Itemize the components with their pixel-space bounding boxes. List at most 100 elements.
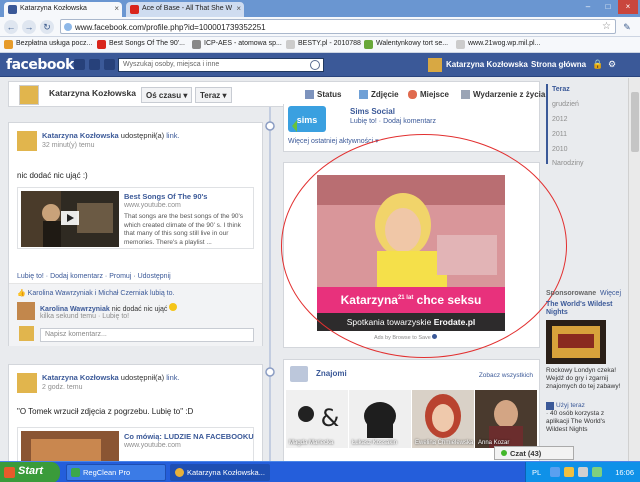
privacy-lock-icon[interactable]: 🔒	[592, 59, 603, 70]
gear-icon[interactable]: ⚙	[608, 59, 616, 70]
link-description: That songs are the best songs of the 90'…	[124, 213, 244, 246]
bookmark-item[interactable]: Walentynkowy tort se...	[364, 39, 448, 51]
bookmark-item[interactable]: BESTY.pl - 2010788	[286, 39, 361, 51]
home-link[interactable]: Strona główna	[531, 60, 586, 69]
taskbar-item[interactable]: Katarzyna Kozłowska...	[170, 464, 270, 481]
author-link[interactable]: Katarzyna Kozłowska	[42, 131, 119, 140]
sponsored-ad-image[interactable]	[546, 320, 606, 364]
year-now[interactable]: Teraz	[552, 86, 570, 93]
bookmark-item[interactable]: Bezpłatna usługa pocz...	[4, 39, 92, 51]
use-now-link[interactable]: Użyj teraz	[556, 402, 585, 409]
see-all-friends-link[interactable]: Zobacz wszystkich	[479, 372, 533, 379]
bookmark-item[interactable]: ICP-AES - atomowa sp...	[192, 39, 282, 51]
sims-social-logo-icon[interactable]: sims	[288, 106, 326, 132]
friend-requests-icon[interactable]	[74, 59, 85, 70]
link-title[interactable]: Best Songs Of The 90's	[124, 192, 207, 201]
ad-image[interactable]: Katarzyna21 lat chce seksu Spotkania tow…	[317, 175, 505, 331]
volume-icon[interactable]	[578, 467, 588, 477]
timeline-name[interactable]: Katarzyna Kozłowska	[49, 88, 136, 98]
facebook-logo[interactable]: facebook	[6, 57, 74, 73]
friend-tile[interactable]: Ewelina Chmielewska	[412, 390, 474, 448]
post-actions[interactable]: Lubię to! · Dodaj komentarz · Promuj · U…	[17, 273, 171, 280]
comment-meta[interactable]: kilka sekund temu · Lubię to!	[40, 313, 129, 320]
search-input[interactable]: Wyszukaj osoby, miejsca i inne	[118, 58, 324, 72]
post-time[interactable]: 2 godz. temu	[42, 384, 82, 391]
link-preview[interactable]: Co mówią: LUDZIE NA FACEBOOKU www.youtub…	[17, 427, 254, 461]
sims-actions[interactable]: Lubię to! · Dodaj komentarz	[350, 118, 436, 125]
comment: Karolina Wawrzyniak nic dodać nic ująć	[40, 303, 178, 313]
close-window-icon[interactable]: ×	[618, 0, 638, 14]
sponsored-ad-title[interactable]: The World's Wildest Nights	[546, 301, 626, 317]
link-word[interactable]: link.	[166, 373, 179, 382]
scrollbar-thumb[interactable]	[631, 92, 639, 152]
avatar[interactable]	[17, 373, 37, 393]
avatar[interactable]	[19, 85, 39, 105]
address-bar[interactable]: www.facebook.com/profile.php?id=10000173…	[60, 19, 616, 34]
tab-katarzyna[interactable]: Katarzyna Kozłowska ×	[4, 2, 122, 17]
comment-author[interactable]: Karolina Wawrzyniak	[40, 306, 110, 313]
now-dropdown[interactable]: Teraz ▾	[195, 87, 232, 103]
life-event-button[interactable]: Wydarzenie z życia	[461, 90, 545, 99]
sponsored-more-link[interactable]: Więcej	[600, 290, 621, 297]
avatar[interactable]	[428, 58, 442, 72]
tray-icon[interactable]	[564, 467, 574, 477]
place-button[interactable]: Miejsce	[408, 90, 449, 99]
taskbar-item[interactable]: RegClean Pro	[66, 464, 166, 481]
comment-input[interactable]: Napisz komentarz...	[40, 328, 254, 342]
video-thumbnail[interactable]	[21, 191, 119, 247]
close-icon[interactable]: ×	[114, 4, 119, 13]
status-button[interactable]: Status	[305, 90, 341, 99]
url-text: www.facebook.com/profile.php?id=10000173…	[75, 23, 266, 32]
year-item[interactable]: 2012	[552, 116, 568, 123]
friend-tile[interactable]: & Magda Mariecka	[286, 390, 348, 448]
chat-bar[interactable]: Czat (43)	[494, 446, 574, 460]
video-thumbnail[interactable]	[21, 431, 119, 461]
bookmark-star-icon[interactable]: ☆	[602, 21, 611, 32]
network-icon[interactable]	[592, 467, 602, 477]
maximize-icon[interactable]: □	[598, 0, 618, 14]
reload-icon[interactable]: ↻	[40, 20, 54, 34]
year-item[interactable]: 2010	[552, 146, 568, 153]
friend-tile[interactable]: Anna Kozar	[475, 390, 537, 448]
facebook-favicon-icon	[8, 5, 17, 14]
link-title[interactable]: Co mówią: LUDZIE NA FACEBOOKU	[124, 432, 254, 441]
avatar[interactable]	[17, 131, 37, 151]
more-activity-link[interactable]: Więcej ostatniej aktywności ▾	[288, 137, 379, 145]
friend-tile[interactable]: Łukasz Kossakin	[349, 390, 411, 448]
start-button[interactable]: Start	[0, 462, 60, 482]
photo-button[interactable]: Zdjęcie	[359, 90, 399, 99]
page-scrollbar[interactable]	[628, 78, 640, 461]
author-link[interactable]: Katarzyna Kozłowska	[42, 373, 119, 382]
notifications-icon[interactable]	[104, 59, 115, 70]
clock[interactable]: 16:06	[615, 468, 634, 477]
friends-title[interactable]: Znajomi	[316, 369, 347, 378]
year-item[interactable]: 2011	[552, 131, 567, 138]
wrench-icon[interactable]: ✎	[620, 20, 634, 34]
profile-link[interactable]: Katarzyna Kozłowska	[446, 60, 528, 69]
language-indicator[interactable]: PL	[532, 468, 541, 477]
year-item[interactable]: Narodziny	[552, 160, 584, 167]
timeline-dropdown[interactable]: Oś czasu ▾	[141, 87, 193, 103]
minimize-icon[interactable]: –	[578, 0, 598, 14]
likes-summary[interactable]: 👍 Karolina Wawrzyniak i Michał Czerniak …	[17, 289, 174, 297]
link-preview[interactable]: Best Songs Of The 90's www.youtube.com T…	[17, 187, 254, 249]
ad-attribution[interactable]: Ads by Browse to Save	[374, 334, 438, 341]
year-item[interactable]: grudzień	[552, 101, 579, 108]
messages-icon[interactable]	[89, 59, 100, 70]
sims-title[interactable]: Sims Social	[350, 107, 395, 116]
forward-icon[interactable]: →	[22, 20, 36, 34]
link-word[interactable]: link.	[166, 131, 179, 140]
bookmark-item[interactable]: Best Songs Of The 90'...	[97, 39, 185, 51]
back-icon[interactable]: ←	[4, 20, 18, 34]
search-icon[interactable]	[310, 60, 320, 70]
app-icon	[546, 402, 554, 410]
close-icon[interactable]: ×	[236, 4, 241, 13]
timeline-page: Katarzyna Kozłowska Oś czasu ▾ Teraz ▾ S…	[0, 78, 640, 461]
tray-icon[interactable]	[550, 467, 560, 477]
dropdown-label: Teraz	[200, 91, 221, 100]
post-time[interactable]: 32 minut(y) temu	[42, 142, 95, 149]
bookmark-item[interactable]: www.21wog.wp.mil.pl...	[456, 39, 540, 51]
post-message: "O Tomek wrzucił zdjęcia z pogrzebu. Lub…	[17, 407, 194, 416]
avatar[interactable]	[17, 302, 35, 320]
tab-ace-of-base[interactable]: Ace of Base - All That She W ×	[126, 2, 244, 17]
